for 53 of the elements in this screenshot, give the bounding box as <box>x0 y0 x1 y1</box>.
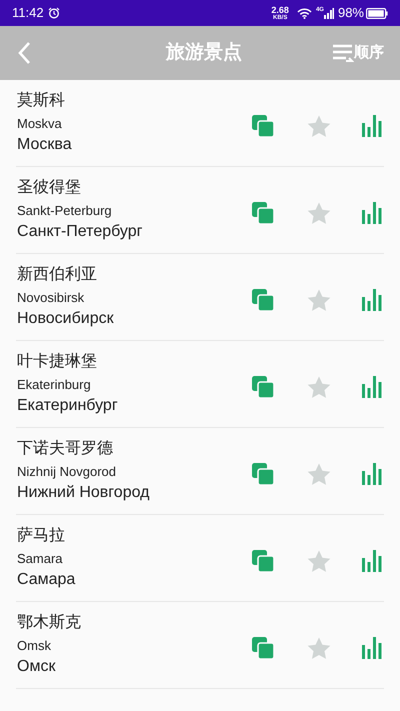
clock-time: 11:42 <box>12 4 44 22</box>
city-name-latin: Omsk <box>17 637 52 655</box>
city-name-latin: Novosibirsk <box>17 289 86 307</box>
battery-percent: 98% <box>338 4 364 22</box>
city-name-chinese: 鄂木斯克 <box>17 612 82 633</box>
city-name-latin: Samara <box>17 550 64 568</box>
star-icon[interactable] <box>307 288 331 312</box>
network-speed: 2.68 <box>271 6 289 14</box>
city-name-russian: Нижний Новгород <box>17 483 150 503</box>
copy-icon[interactable] <box>252 115 274 137</box>
city-name-russian: Санкт-Петербург <box>17 222 144 242</box>
signal-icon <box>324 8 334 18</box>
city-name-chinese: 萨马拉 <box>17 526 66 546</box>
sort-button[interactable]: 顺序 <box>332 42 388 64</box>
city-name-chinese: 圣彼得堡 <box>17 178 82 198</box>
chevron-left-icon <box>17 41 31 65</box>
city-name-latin: Nizhnij Novgorod <box>17 463 117 481</box>
bar-chart-icon[interactable] <box>362 115 382 137</box>
bar-chart-icon[interactable] <box>362 550 382 572</box>
copy-icon[interactable] <box>252 637 274 659</box>
star-icon[interactable] <box>307 550 331 572</box>
wifi-icon <box>296 8 312 18</box>
page-title: 旅游景点 <box>166 40 242 65</box>
star-icon[interactable] <box>307 462 331 486</box>
copy-icon[interactable] <box>252 463 274 485</box>
copy-icon[interactable] <box>252 550 274 572</box>
city-name-russian: Омск <box>17 657 56 677</box>
copy-icon[interactable] <box>252 376 274 398</box>
star-icon[interactable] <box>307 202 331 224</box>
bar-chart-icon[interactable] <box>362 637 382 659</box>
battery-icon <box>366 8 388 18</box>
city-name-russian: Москва <box>17 135 73 155</box>
bar-chart-icon[interactable] <box>362 289 382 311</box>
star-icon[interactable] <box>307 376 331 398</box>
city-name-russian: Новосибирск <box>17 309 115 329</box>
city-name-latin: Moskva <box>17 115 63 133</box>
bar-chart-icon[interactable] <box>362 202 382 224</box>
city-name-latin: Sankt-Peterburg <box>17 202 113 220</box>
bar-chart-icon[interactable] <box>362 463 382 485</box>
city-name-chinese: 新西伯利亚 <box>17 264 98 285</box>
city-name-chinese: 下诺夫哥罗德 <box>17 438 114 459</box>
city-name-latin: Ekaterinburg <box>17 376 92 394</box>
alarm-icon <box>48 7 60 19</box>
star-icon[interactable] <box>307 114 331 138</box>
sort-icon <box>332 43 354 63</box>
city-name-chinese: 莫斯科 <box>17 90 66 111</box>
bar-chart-icon[interactable] <box>362 376 382 398</box>
city-name-russian: Самара <box>17 570 76 590</box>
copy-icon[interactable] <box>252 202 274 224</box>
copy-icon[interactable] <box>252 289 274 311</box>
city-name-russian: Екатеринбург <box>17 396 119 416</box>
star-icon[interactable] <box>307 636 331 660</box>
city-name-chinese: 叶卡捷琳堡 <box>17 352 98 372</box>
